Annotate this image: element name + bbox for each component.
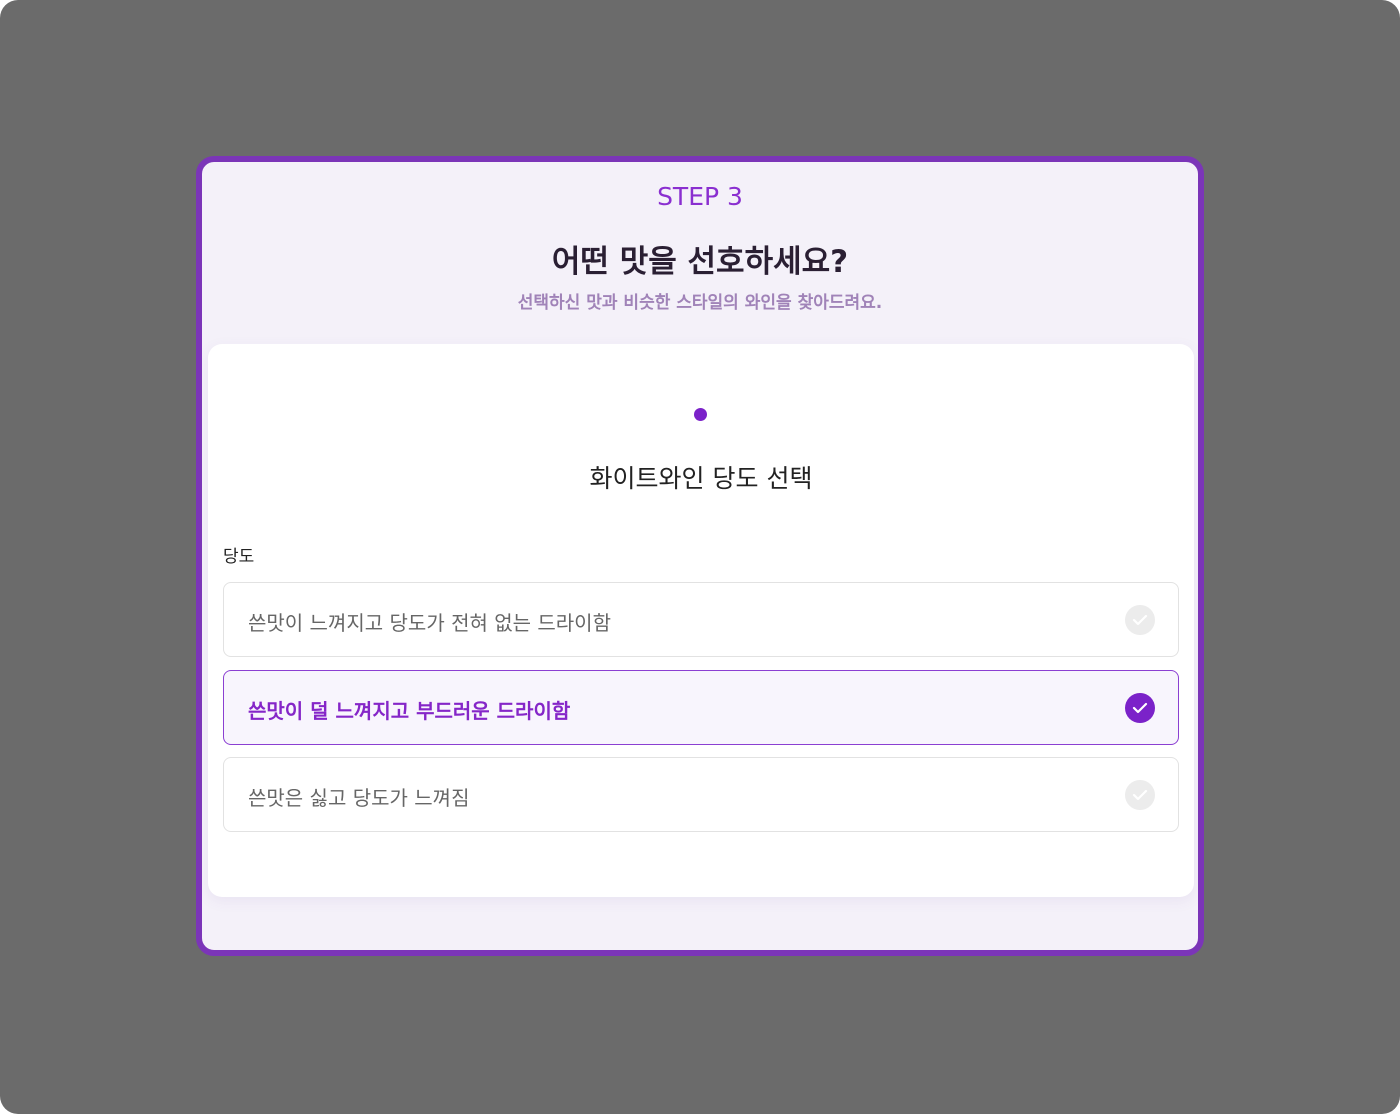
modal: STEP 3 어떤 맛을 선호하세요? 선택하신 맛과 비슷한 스타일의 와인을… [196,156,1204,956]
check-icon [1125,605,1155,635]
step-indicator: STEP 3 [657,182,743,211]
field-label: 당도 [223,547,255,567]
check-icon [1125,693,1155,723]
page-subtitle: 선택하신 맛과 비슷한 스타일의 와인을 찾아드려요. [517,293,883,313]
card-title: 화이트와인 당도 선택 [589,464,813,493]
option-dry-bitter[interactable]: 쓴맛이 느껴지고 당도가 전혀 없는 드라이함 [223,582,1179,657]
option-sweet[interactable]: 쓴맛은 싫고 당도가 느껴짐 [223,757,1179,832]
progress-dot-icon [694,408,707,421]
backdrop: STEP 3 어떤 맛을 선호하세요? 선택하신 맛과 비슷한 스타일의 와인을… [0,0,1400,1114]
option-soft-dry[interactable]: 쓴맛이 덜 느껴지고 부드러운 드라이함 [223,670,1179,745]
option-label: 쓴맛이 덜 느껴지고 부드러운 드라이함 [248,699,571,723]
option-label: 쓴맛은 싫고 당도가 느껴짐 [248,786,470,810]
option-label: 쓴맛이 느껴지고 당도가 전혀 없는 드라이함 [248,611,611,635]
selection-card: 화이트와인 당도 선택 당도 쓴맛이 느껴지고 당도가 전혀 없는 드라이함 쓴… [208,344,1194,897]
page-title: 어떤 맛을 선호하세요? [551,244,849,280]
check-icon [1125,780,1155,810]
